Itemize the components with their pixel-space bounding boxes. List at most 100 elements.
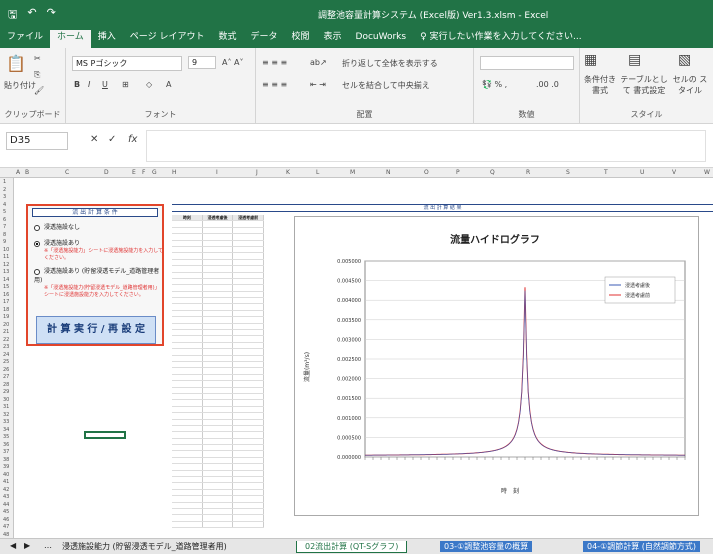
row-number: 37 — [3, 449, 10, 455]
cut-icon[interactable]: ✂ — [34, 54, 41, 63]
fill-color-icon[interactable]: ◇ — [146, 80, 152, 89]
row-number: 17 — [3, 299, 10, 305]
wrap-text-button[interactable]: 折り返して全体を表示する — [342, 58, 438, 69]
sheet-tab-regulation[interactable]: 04-①調節計算 (自然調節方式) — [583, 541, 701, 552]
table-cell — [203, 298, 234, 304]
table-cell — [203, 240, 234, 246]
table-cell — [233, 278, 265, 285]
radio-icon[interactable] — [34, 224, 40, 231]
tab-data[interactable]: データ — [243, 30, 284, 48]
tab-view[interactable]: 表示 — [317, 30, 349, 48]
tab-docuworks[interactable]: DocuWorks — [349, 30, 414, 48]
underline-icon[interactable]: U — [102, 80, 108, 89]
grow-font-icon[interactable]: A˄ A˅ — [222, 58, 244, 67]
row-number: 19 — [3, 314, 10, 320]
merge-center-button[interactable]: セルを結合して中央揃え — [342, 80, 430, 91]
tab-file[interactable]: ファイル — [0, 30, 50, 48]
table-cell — [172, 342, 203, 349]
copy-icon[interactable]: ⎘ — [34, 70, 40, 80]
option-infiltration[interactable]: 浸透施設あり ※「浸透施設能力」シートに浸透施設能力を入力してください。 — [34, 238, 164, 261]
style-label: スタイル — [630, 110, 663, 119]
function-icon[interactable]: fx — [128, 134, 137, 145]
sheet-tab-reservoir[interactable]: 03-①調整池容量の概算 — [440, 541, 533, 552]
table-cell — [172, 272, 203, 278]
worksheet-grid[interactable]: ABCDEFGHIJKLMNOPQRSTUVW 1 2 3 4 5 6 7 8 9 10 11 12 1… — [0, 168, 713, 538]
row-number: 34 — [3, 426, 10, 433]
orientation-icon[interactable]: ab↗ — [310, 58, 327, 67]
radio-icon[interactable] — [34, 268, 40, 275]
table-cell — [233, 419, 265, 425]
radio-selected-icon[interactable] — [34, 240, 40, 247]
align-left-icon[interactable]: ≡ ≡ ≡ — [262, 80, 287, 89]
cell-style-icon[interactable]: ▧ — [678, 52, 691, 68]
series-line-after — [365, 290, 685, 456]
table-cell — [203, 291, 234, 298]
paste-icon[interactable]: 📋 — [6, 54, 26, 73]
bold-icon[interactable]: B — [74, 80, 80, 89]
table-cell — [203, 234, 234, 240]
table-cell — [233, 272, 265, 278]
cond-format-button[interactable]: 条件付き 書式 — [582, 74, 618, 96]
redo-icon[interactable]: ↷ — [47, 6, 56, 25]
undo-icon[interactable]: ↶ — [27, 6, 36, 25]
table-format-icon[interactable]: ▤ — [628, 52, 641, 68]
tab-formulas[interactable]: 数式 — [211, 30, 243, 48]
option-no-infiltration[interactable]: 浸透施設なし — [34, 222, 80, 231]
table-format-button[interactable]: テーブルとして 書式設定 — [620, 74, 668, 96]
option-infiltration-road[interactable]: 浸透施設あり (貯留浸透モデル_道路管理者用) ※「浸透施設能力(貯留浸透モデル_… — [34, 266, 164, 298]
formula-input[interactable] — [146, 130, 706, 162]
table-cell — [172, 477, 203, 483]
decimal-icon[interactable]: .00 .0 — [536, 80, 559, 89]
row-number: 29 — [3, 389, 10, 395]
table-cell — [203, 400, 234, 406]
table-cell — [233, 259, 265, 266]
tab-review[interactable]: 校閲 — [284, 30, 316, 48]
table-cell — [172, 464, 203, 470]
row-number: 30 — [3, 396, 10, 403]
table-cell — [203, 349, 234, 355]
prev-sheet-icon[interactable]: ◀ — [6, 541, 20, 550]
border-icon[interactable]: ⊞ — [122, 80, 129, 89]
save-icon[interactable]: 🖫 — [8, 6, 17, 25]
cancel-icon[interactable]: ✕ — [90, 134, 98, 145]
tell-me-box[interactable]: ♀ 実行したい作業を入力してください... — [413, 30, 589, 48]
tab-insert[interactable]: 挿入 — [91, 30, 123, 48]
clipboard-group: 📋 貼り付け ✂ ⎘ 🖌 クリップボード — [0, 48, 66, 124]
hydrograph-chart[interactable]: 流量ハイドログラフ 0.000000 0.000500 0.001000 0.00150… — [294, 216, 699, 516]
font-color-icon[interactable]: A — [166, 80, 171, 89]
table-cell — [233, 457, 265, 464]
table-cell — [233, 489, 265, 496]
cell-style-button[interactable]: セルの スタイル — [670, 74, 710, 96]
font-group: MS Pゴシック 9 A˄ A˅ B I U ⊞ ◇ A フォント — [66, 48, 256, 124]
number-format-box[interactable] — [480, 56, 574, 70]
font-size-box[interactable]: 9 — [188, 56, 216, 69]
indent-icon[interactable]: ⇤ ⇥ — [310, 80, 326, 89]
tab-home[interactable]: ホーム — [50, 30, 91, 48]
sheet-tab-outflow-calc[interactable]: 02流出計算 (QT-Sグラフ) — [296, 541, 408, 553]
row-number: 15 — [3, 284, 10, 290]
sheet-tab-infiltration[interactable]: 浸透施設能力 (貯留浸透モデル_道路管理者用) — [58, 541, 231, 552]
font-name-box[interactable]: MS Pゴシック — [72, 56, 182, 71]
cond-format-icon[interactable]: ▦ — [584, 52, 597, 68]
enter-icon[interactable]: ✓ — [108, 134, 116, 145]
italic-icon[interactable]: I — [88, 80, 90, 89]
tab-page-layout[interactable]: ページ レイアウト — [123, 30, 212, 48]
row-number: 18 — [3, 306, 10, 313]
run-calc-button[interactable]: 計 算 実 行 / 再 設 定 — [36, 316, 156, 344]
paste-button[interactable]: 貼り付け — [4, 80, 36, 91]
table-cell — [203, 406, 234, 413]
formula-bar: D35 ✕ ✓ fx — [0, 124, 713, 168]
next-sheet-icon[interactable]: ▶ — [20, 541, 34, 550]
selected-cell[interactable] — [84, 431, 126, 439]
currency-icon[interactable]: 💱 % , — [482, 80, 507, 89]
name-box[interactable]: D35 — [6, 132, 68, 150]
table-cell — [172, 502, 203, 508]
format-painter-icon[interactable]: 🖌 — [34, 86, 44, 95]
more-sheets-icon[interactable]: … — [40, 541, 56, 550]
row-number: 42 — [3, 486, 10, 493]
row-number: 32 — [3, 411, 10, 418]
y-tick-label: 0.003000 — [337, 337, 361, 343]
align-top-icon[interactable]: ≡ ≡ ≡ — [262, 58, 287, 67]
table-cell — [172, 234, 203, 240]
table-cell — [172, 323, 203, 330]
